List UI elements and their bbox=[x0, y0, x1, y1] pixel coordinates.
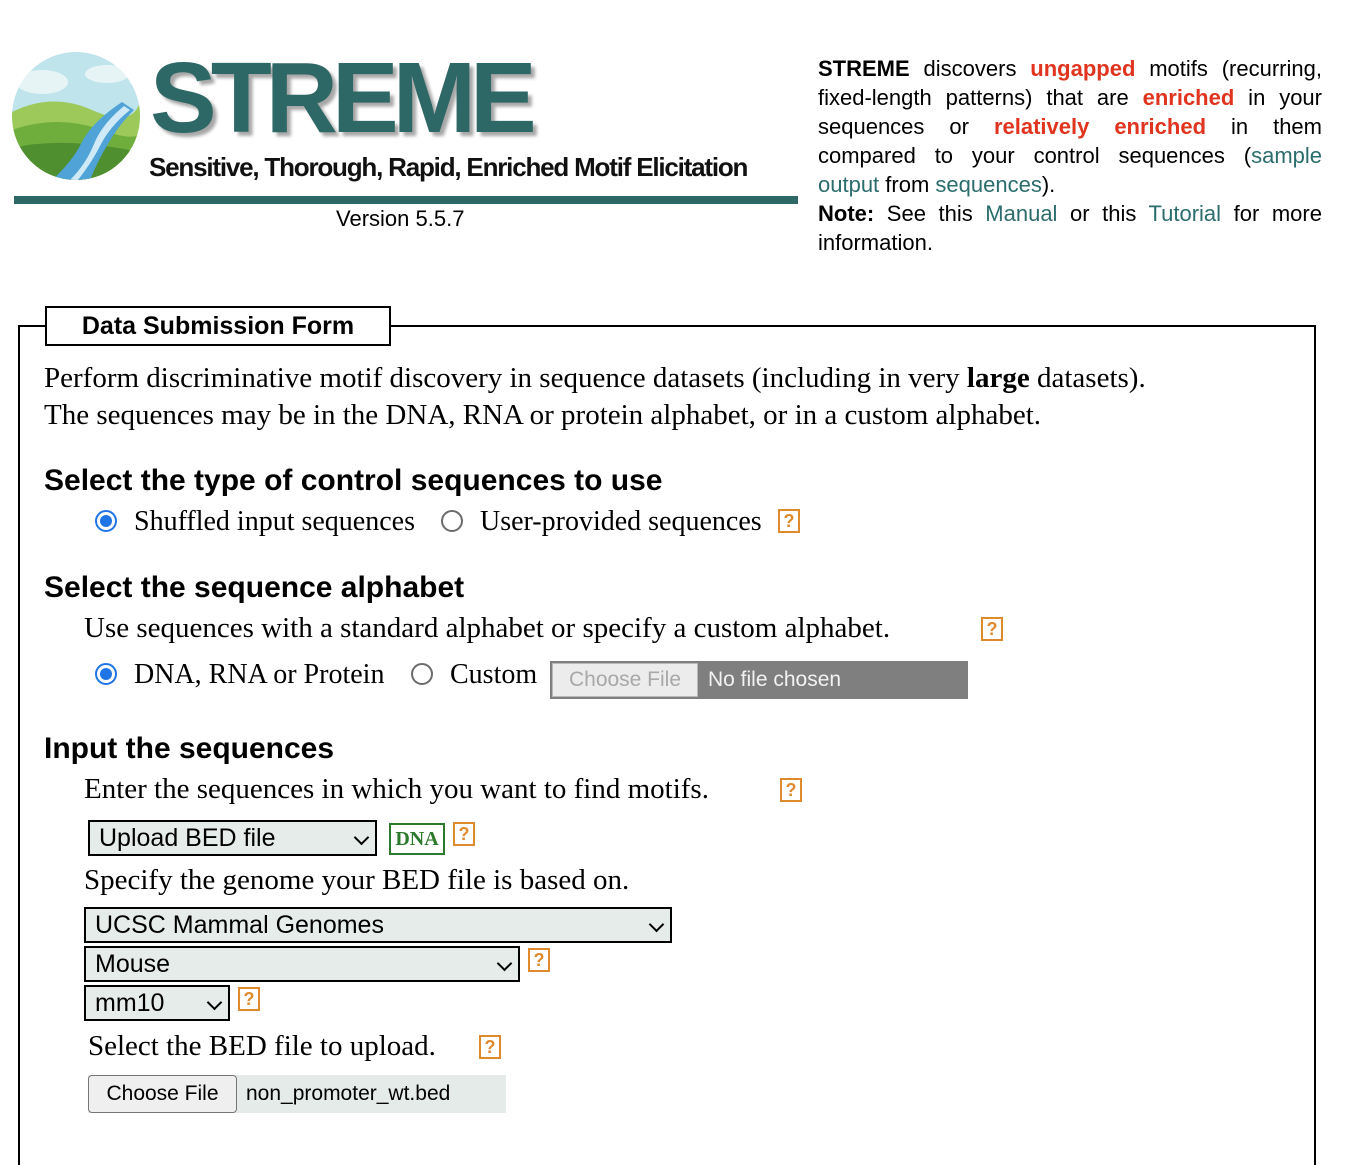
desc-emphasis-enriched: enriched bbox=[1142, 85, 1235, 110]
tutorial-link[interactable]: Tutorial bbox=[1149, 201, 1222, 226]
desc-text: or this bbox=[1057, 201, 1149, 226]
desc-emphasis-ungapped: ungapped bbox=[1030, 56, 1136, 81]
alphabet-instruction: Use sequences with a standard alphabet o… bbox=[84, 612, 891, 644]
note-label: Note: bbox=[818, 201, 875, 226]
selected-file-name: non_promoter_wt.bed bbox=[246, 1082, 451, 1105]
form-legend: Data Submission Form bbox=[45, 306, 391, 346]
form-intro: Perform discriminative motif discovery i… bbox=[44, 360, 1304, 434]
version-label: Version 5.5.7 bbox=[336, 206, 465, 231]
choose-file-button-disabled: Choose File bbox=[552, 663, 698, 697]
help-icon[interactable]: ? bbox=[778, 509, 800, 533]
help-icon[interactable]: ? bbox=[238, 987, 260, 1011]
desc-text: from bbox=[879, 172, 936, 197]
intro-text: The sequences may be in the DNA, RNA or … bbox=[44, 399, 1042, 431]
sequences-link[interactable]: sequences bbox=[935, 172, 1041, 197]
bed-file-chooser[interactable]: Choose File non_promoter_wt.bed bbox=[88, 1075, 506, 1113]
desc-text: ). bbox=[1041, 172, 1056, 197]
genome-category-value: UCSC Mammal Genomes bbox=[95, 911, 384, 939]
organism-value: Mouse bbox=[95, 950, 171, 978]
chevron-down-icon bbox=[496, 955, 513, 972]
radio-user-provided-label[interactable]: User-provided sequences bbox=[480, 506, 762, 538]
file-status: No file chosen bbox=[708, 668, 842, 691]
chevron-down-icon bbox=[648, 916, 665, 933]
radio-user-provided[interactable] bbox=[441, 510, 463, 532]
bed-file-instruction: Select the BED file to upload. bbox=[88, 1030, 436, 1062]
radio-shuffled[interactable] bbox=[95, 510, 117, 532]
intro-text: datasets). bbox=[1029, 362, 1146, 394]
genome-category-select[interactable]: UCSC Mammal Genomes bbox=[84, 907, 672, 943]
help-icon[interactable]: ? bbox=[981, 617, 1003, 641]
header-divider bbox=[14, 196, 798, 204]
streme-logo: STREME Sensitive, Thorough, Rapid, Enric… bbox=[12, 48, 802, 198]
intro-bold-large: large bbox=[966, 362, 1030, 394]
radio-custom-alphabet-label[interactable]: Custom bbox=[450, 659, 537, 691]
chevron-down-icon bbox=[353, 829, 370, 846]
help-icon[interactable]: ? bbox=[453, 822, 475, 846]
choose-file-button[interactable]: Choose File bbox=[88, 1075, 237, 1113]
sequences-section-title: Input the sequences bbox=[44, 732, 335, 765]
desc-emphasis-relatively-enriched: relatively enriched bbox=[993, 114, 1207, 139]
help-icon[interactable]: ? bbox=[780, 778, 802, 802]
intro-text: Perform discriminative motif discovery i… bbox=[44, 362, 967, 394]
assembly-value: mm10 bbox=[95, 989, 165, 1017]
control-section-title: Select the type of control sequences to … bbox=[44, 464, 663, 497]
radio-shuffled-label[interactable]: Shuffled input sequences bbox=[134, 506, 415, 538]
custom-alphabet-file-chooser: Choose File No file chosen bbox=[550, 661, 968, 699]
desc-text: discovers bbox=[909, 56, 1031, 81]
input-method-select[interactable]: Upload BED file bbox=[88, 820, 377, 856]
help-icon[interactable]: ? bbox=[528, 948, 550, 972]
genome-instruction: Specify the genome your BED file is base… bbox=[84, 864, 630, 896]
app-title: STREME bbox=[150, 42, 537, 154]
app-subtitle: Sensitive, Thorough, Rapid, Enriched Mot… bbox=[149, 152, 748, 182]
desc-text: See this bbox=[874, 201, 986, 226]
landscape-logo-icon bbox=[12, 52, 140, 180]
sequences-instruction: Enter the sequences in which you want to… bbox=[84, 773, 709, 805]
desc-tool-name: STREME bbox=[818, 56, 910, 81]
radio-custom-alphabet[interactable] bbox=[411, 663, 433, 685]
alphabet-section-title: Select the sequence alphabet bbox=[44, 571, 465, 604]
tool-description: STREME discovers ungapped motifs (recurr… bbox=[818, 54, 1322, 257]
assembly-select[interactable]: mm10 bbox=[84, 985, 230, 1021]
help-icon[interactable]: ? bbox=[479, 1035, 501, 1059]
dna-alphabet-badge: DNA bbox=[389, 823, 445, 855]
radio-standard-alphabet[interactable] bbox=[95, 663, 117, 685]
chevron-down-icon bbox=[206, 994, 223, 1011]
input-method-value: Upload BED file bbox=[99, 824, 276, 852]
manual-link[interactable]: Manual bbox=[985, 201, 1057, 226]
organism-select[interactable]: Mouse bbox=[84, 946, 520, 982]
radio-standard-alphabet-label[interactable]: DNA, RNA or Protein bbox=[134, 659, 384, 691]
